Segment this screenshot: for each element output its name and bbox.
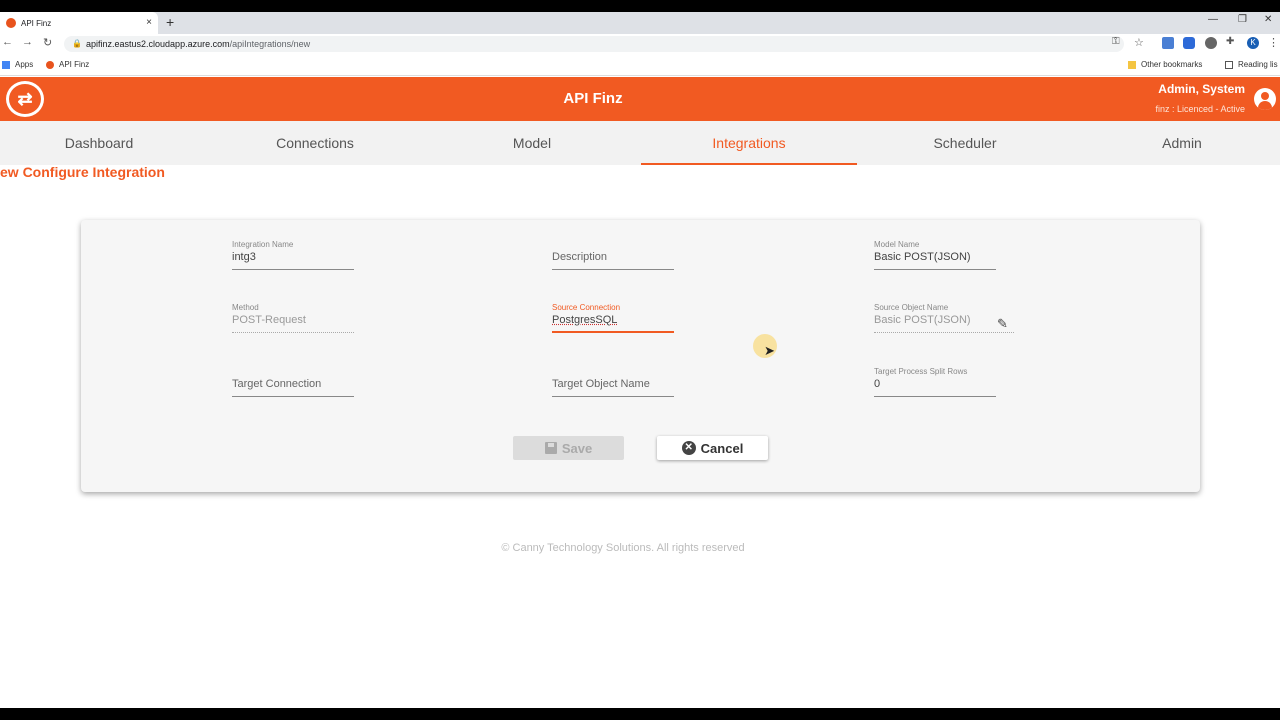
tab-model[interactable]: Model	[424, 121, 640, 165]
description-field[interactable]: Description	[552, 240, 674, 270]
app-header: ⇄ API Finz Admin, System finz : Licenced…	[0, 77, 1280, 121]
main-nav: Dashboard Connections Model Integrations…	[0, 121, 1280, 165]
extension-icon[interactable]	[1205, 37, 1217, 49]
field-placeholder: Description	[552, 251, 608, 263]
url-path: /apiIntegrations/new	[229, 39, 311, 49]
tab-title: API Finz	[21, 18, 52, 28]
page-title: ew Configure Integration	[0, 164, 165, 180]
save-button[interactable]: Save	[513, 436, 624, 460]
method-field: Method POST-Request	[232, 303, 354, 333]
field-value: intg3	[232, 251, 256, 263]
browser-window: API Finz × + — ❐ ✕ ← → ↻ 🔒 apifinz.eastu…	[0, 12, 1280, 708]
puzzle-icon[interactable]: ✚	[1226, 36, 1234, 47]
tab-strip: API Finz × + — ❐ ✕	[0, 12, 1280, 34]
back-icon[interactable]: ←	[2, 36, 13, 48]
cancel-circle-icon: ✕	[681, 441, 696, 455]
app-title: API Finz	[563, 90, 623, 107]
bookmark-label: Reading lis	[1238, 60, 1278, 69]
integration-form-card: Integration Name intg3 Description Model…	[81, 220, 1200, 492]
url-host: apifinz.eastus2.cloudapp.azure.com	[86, 39, 230, 49]
favicon-icon	[6, 18, 16, 28]
field-label: Model Name	[874, 240, 920, 249]
bookmarks-bar: Apps API Finz Other bookmarks Reading li…	[0, 54, 1280, 76]
field-value: PostgresSQL	[552, 314, 618, 326]
field-value: Basic POST(JSON)	[874, 251, 971, 263]
save-floppy-icon	[544, 442, 557, 454]
cancel-button[interactable]: ✕ Cancel	[657, 436, 768, 460]
account-circle-icon[interactable]	[1254, 88, 1276, 110]
bookmark-api-finz[interactable]: API Finz	[46, 60, 89, 69]
reading-list-icon	[1225, 60, 1233, 69]
tab-integrations[interactable]: Integrations	[641, 121, 857, 165]
bookmark-label: Apps	[15, 60, 34, 69]
apps-grid-icon	[2, 60, 10, 69]
field-label: Target Process Split Rows	[874, 367, 968, 376]
license-status: finz : Licenced - Active	[1155, 104, 1245, 114]
save-label: Save	[561, 440, 593, 456]
field-value: Basic POST(JSON)	[874, 314, 971, 326]
reload-icon[interactable]: ↻	[43, 36, 52, 49]
mouse-pointer-icon: ➤	[764, 343, 775, 358]
bookmark-reading-list[interactable]: Reading lis	[1225, 60, 1278, 69]
tab-scheduler[interactable]: Scheduler	[857, 121, 1073, 165]
field-value: POST-Request	[232, 314, 306, 326]
user-name[interactable]: Admin, System	[1158, 82, 1245, 96]
tab-dashboard[interactable]: Dashboard	[0, 121, 207, 165]
cancel-label: Cancel	[700, 440, 744, 456]
favicon-icon	[46, 60, 54, 69]
menu-icon[interactable]: ⋮	[1268, 36, 1279, 49]
tab-connections[interactable]: Connections	[207, 121, 423, 165]
key-icon[interactable]: ⚿	[1112, 36, 1120, 47]
field-placeholder: Target Connection	[232, 378, 322, 390]
bookmark-label: API Finz	[59, 60, 90, 69]
field-value: 0	[874, 378, 881, 390]
new-tab-button[interactable]: +	[166, 14, 174, 30]
restore-icon[interactable]: ❐	[1238, 14, 1247, 25]
address-bar[interactable]: 🔒 apifinz.eastus2.cloudapp.azure.com/api…	[64, 36, 1124, 52]
profile-avatar[interactable]: K	[1247, 37, 1259, 49]
footer-copyright: © Canny Technology Solutions. All rights…	[501, 542, 745, 554]
integration-name-field[interactable]: Integration Name intg3	[232, 240, 354, 270]
target-split-rows-field[interactable]: Target Process Split Rows 0	[874, 367, 996, 397]
field-label: Method	[232, 303, 259, 312]
lock-icon: 🔒	[72, 39, 82, 48]
bookmark-other[interactable]: Other bookmarks	[1128, 60, 1202, 69]
bookmark-label: Other bookmarks	[1141, 60, 1203, 69]
field-label: Source Object Name	[874, 303, 949, 312]
field-placeholder: Target Object Name	[552, 378, 650, 390]
close-tab-icon[interactable]: ×	[146, 17, 152, 28]
close-window-icon[interactable]: ✕	[1264, 14, 1272, 25]
minimize-icon[interactable]: —	[1208, 14, 1218, 25]
source-connection-field[interactable]: Source Connection PostgresSQL	[552, 303, 674, 333]
model-name-field[interactable]: Model Name Basic POST(JSON)	[874, 240, 996, 270]
field-label: Source Connection	[552, 303, 621, 312]
extension-icon[interactable]	[1183, 37, 1195, 49]
folder-icon	[1128, 60, 1136, 69]
target-object-name-field[interactable]: Target Object Name	[552, 367, 674, 397]
field-label: Integration Name	[232, 240, 294, 249]
target-connection-field[interactable]: Target Connection	[232, 367, 354, 397]
forward-icon[interactable]: →	[22, 36, 33, 48]
extension-icon[interactable]	[1162, 37, 1174, 49]
tab-admin[interactable]: Admin	[1074, 121, 1280, 165]
star-icon[interactable]: ☆	[1134, 36, 1144, 49]
source-object-name-field: Source Object Name Basic POST(JSON)	[874, 303, 1014, 333]
browser-tab[interactable]: API Finz ×	[0, 12, 158, 34]
edit-pencil-icon[interactable]: ✎	[997, 316, 1008, 332]
bookmark-apps[interactable]: Apps	[2, 60, 33, 69]
